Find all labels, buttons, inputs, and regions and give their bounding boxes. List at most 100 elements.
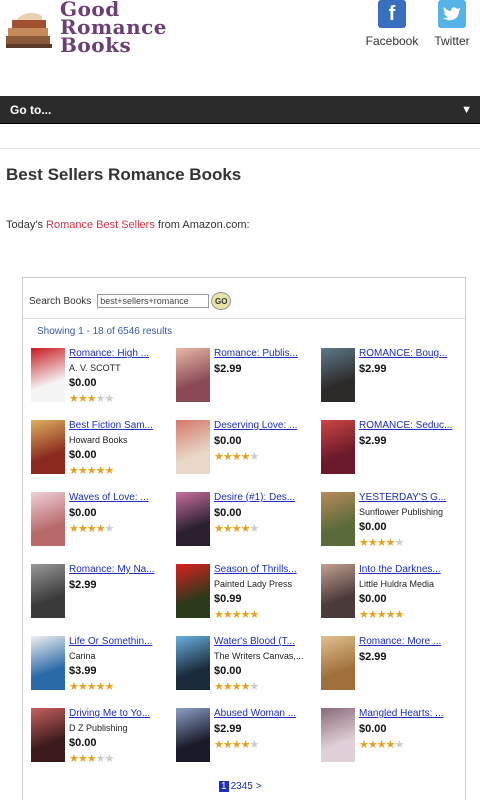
logo-text: Good Romance Books [60,0,167,55]
book-cover[interactable] [176,636,210,690]
book-cover[interactable] [176,564,210,618]
book-info: YESTERDAY'S G... Sunflower Publishing $0.0… [359,492,459,549]
site-header: Good Romance Books f Facebook Twitter [0,0,480,96]
book-cover[interactable] [176,708,210,762]
book-title-link[interactable]: Romance: My Na... [69,564,169,575]
facebook-icon: f [378,0,406,28]
book-cover[interactable] [31,708,65,762]
romance-best-sellers-link[interactable]: Romance Best Sellers [46,219,155,231]
book-price: $2.99 [214,723,242,735]
book-item[interactable]: Deserving Love: ... $0.00 ★★★★★ [176,420,316,486]
star-icon: ★ [104,465,115,477]
book-item[interactable]: Romance: More ... $2.99 [321,636,461,702]
star-icon: ★ [77,393,88,405]
go-button[interactable]: GO [211,292,232,310]
book-item[interactable]: ROMANCE: Boug... $2.99 [321,348,461,414]
star-icon: ★ [214,523,224,535]
star-icon: ★ [394,609,405,621]
star-icon: ★ [214,739,224,751]
book-title-link[interactable]: Season of Thrills... [214,564,314,575]
book-cover[interactable] [31,348,65,402]
widget-divider [23,318,465,319]
book-item[interactable]: Driving Me to Yo... D Z Publishing $0.00 ★★… [31,708,171,774]
book-item[interactable]: YESTERDAY'S G... Sunflower Publishing $0.0… [321,492,461,558]
book-info: Best Fiction Sam... Howard Books $0.00 ★★★★… [69,420,169,477]
book-title-link[interactable]: Romance: More ... [359,636,459,647]
star-icon: ★ [376,537,387,549]
book-title-link[interactable]: Deserving Love: ... [214,420,314,431]
book-cover[interactable] [321,348,355,402]
book-item[interactable]: Water's Blood (T... The Writers Canvas,..… [176,636,316,702]
goto-menu[interactable]: Go to... ▼ [0,96,480,124]
book-price: $0.00 [69,377,97,389]
book-item[interactable]: ROMANCE: Seduc... $2.99 [321,420,461,486]
star-icon: ★ [394,739,405,751]
book-title-link[interactable]: Romance: High ... [69,348,169,359]
book-price: $2.99 [359,435,387,447]
twitter-link[interactable]: Twitter [424,0,480,48]
star-icon: ★ [385,739,396,751]
book-title-link[interactable]: Mangled Hearts: ... [359,708,459,719]
book-title-link[interactable]: ROMANCE: Seduc... [359,420,459,431]
star-rating: ★★★★★ [69,464,169,477]
book-title-link[interactable]: YESTERDAY'S G... [359,492,459,503]
book-title-link[interactable]: Water's Blood (T... [214,636,314,647]
book-cover[interactable] [321,564,355,618]
book-item[interactable]: Waves of Love: ... $0.00 ★★★★★ [31,492,171,558]
star-icon: ★ [104,523,115,535]
book-item[interactable]: Romance: Publis... $2.99 [176,348,316,414]
book-cover[interactable] [176,348,210,402]
book-title-link[interactable]: Waves of Love: ... [69,492,169,503]
book-price: $0.99 [214,593,242,605]
book-price: $2.99 [214,363,242,375]
page-current[interactable]: 1 [219,781,229,792]
book-item[interactable]: Best Fiction Sam... Howard Books $0.00 ★★★★… [31,420,171,486]
book-cover[interactable] [31,636,65,690]
next-page[interactable]: > [256,781,262,792]
book-cover[interactable] [321,708,355,762]
star-icon: ★ [240,681,251,693]
book-item[interactable]: Romance: My Na... $2.99 [31,564,171,630]
star-icon: ★ [222,739,233,751]
star-icon: ★ [69,523,79,535]
book-title-link[interactable]: Life Or Somethin... [69,636,169,647]
book-item[interactable]: Season of Thrills... Painted Lady Press $0… [176,564,316,630]
star-icon: ★ [86,523,97,535]
book-cover[interactable] [31,564,65,618]
book-price: $3.99 [69,665,97,677]
site-logo[interactable]: Good Romance Books [0,0,175,60]
book-cover[interactable] [321,420,355,474]
book-info: Romance: More ... $2.99 [359,636,459,663]
book-item[interactable]: Desire (#1): Des... $0.00 ★★★★★ [176,492,316,558]
books-stack-icon [6,12,52,48]
search-input[interactable] [97,294,210,308]
book-title-link[interactable]: Romance: Publis... [214,348,314,359]
book-cover[interactable] [321,492,355,546]
book-title-link[interactable]: Desire (#1): Des... [214,492,314,503]
book-cover[interactable] [321,636,355,690]
star-icon: ★ [77,523,88,535]
book-item[interactable]: Life Or Somethin... Carina $3.99 ★★★★★ [31,636,171,702]
book-item[interactable]: Into the Darknes... Little Huldra Media $0… [321,564,461,630]
page-title: Best Sellers Romance Books [6,165,242,184]
book-title-link[interactable]: Into the Darknes... [359,564,459,575]
book-item[interactable]: Mangled Hearts: ... $0.00 ★★★★★ [321,708,461,774]
book-cover[interactable] [31,420,65,474]
book-price: $0.00 [214,435,242,447]
book-title-link[interactable]: Abused Woman ... [214,708,314,719]
book-item[interactable]: Romance: High ... A. V. SCOTT $0.00 ★★★★★ [31,348,171,414]
book-title-link[interactable]: Best Fiction Sam... [69,420,169,431]
book-item[interactable]: Abused Woman ... $2.99 ★★★★★ [176,708,316,774]
book-title-link[interactable]: Driving Me to Yo... [69,708,169,719]
book-cover[interactable] [176,420,210,474]
page-5[interactable]: 5 [247,781,253,792]
book-price: $0.00 [214,665,242,677]
book-title-link[interactable]: ROMANCE: Boug... [359,348,459,359]
goto-label: Go to... [10,102,52,117]
star-icon: ★ [95,393,106,405]
star-icon: ★ [86,393,97,405]
facebook-link[interactable]: f Facebook [364,0,420,48]
book-cover[interactable] [31,492,65,546]
book-cover[interactable] [176,492,210,546]
star-rating: ★★★★★ [359,608,459,621]
